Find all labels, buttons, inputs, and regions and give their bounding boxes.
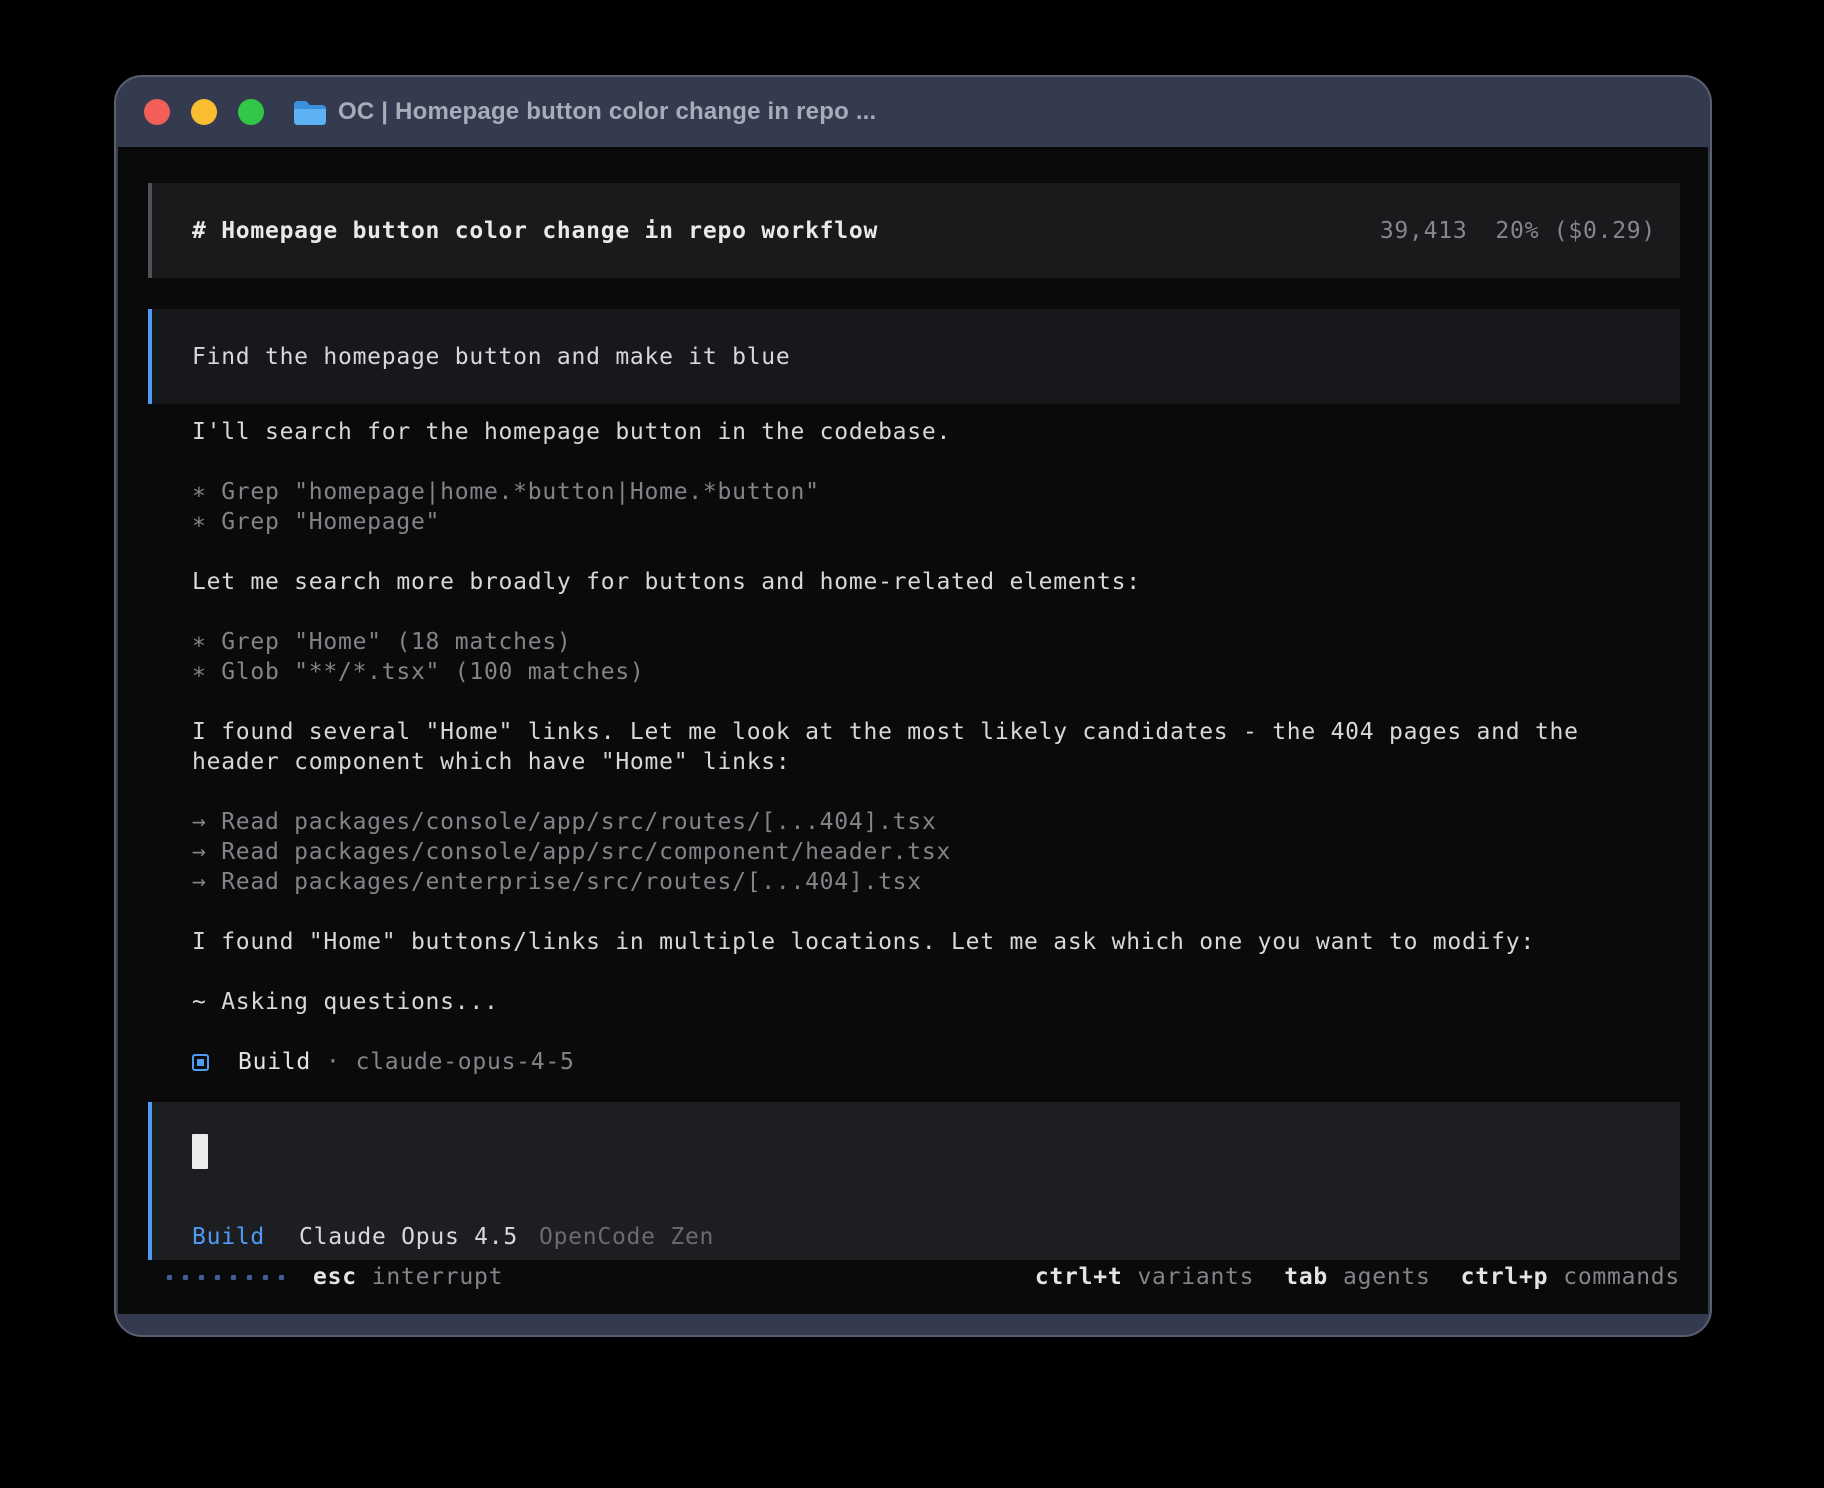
text-cursor bbox=[192, 1134, 208, 1169]
window-controls bbox=[144, 99, 264, 125]
transcript-line: → Read packages/console/app/src/routes/[… bbox=[192, 807, 1579, 837]
transcript-line: I found "Home" buttons/links in multiple… bbox=[192, 927, 1579, 957]
transcript-line: ∗ Grep "Home" (18 matches) bbox=[192, 627, 1579, 657]
status-bar: escinterrupt ctrl+tvariantstabagentsctrl… bbox=[148, 1260, 1680, 1294]
spinner-dot bbox=[183, 1275, 188, 1280]
input-status-row: Build Claude Opus 4.5 OpenCode Zen bbox=[192, 1222, 1656, 1252]
transcript-line: → Read packages/enterprise/src/routes/[.… bbox=[192, 867, 1579, 897]
input-provider-label: OpenCode Zen bbox=[539, 1222, 714, 1252]
prompt-input[interactable]: Build Claude Opus 4.5 OpenCode Zen bbox=[148, 1102, 1680, 1260]
user-message-text: Find the homepage button and make it blu… bbox=[192, 342, 790, 372]
spinner-dot bbox=[231, 1275, 236, 1280]
user-message: Find the homepage button and make it blu… bbox=[148, 309, 1680, 404]
transcript-line: I found several "Home" links. Let me loo… bbox=[192, 717, 1579, 747]
context-usage: 20% ($0.29) bbox=[1495, 216, 1656, 246]
agent-build-icon bbox=[192, 1054, 209, 1071]
session-header: # Homepage button color change in repo w… bbox=[148, 183, 1680, 278]
transcript-line bbox=[192, 777, 1579, 807]
spinner-dot bbox=[215, 1275, 220, 1280]
session-stats: 39,413 20% ($0.29) bbox=[1380, 216, 1656, 246]
spinner-dot bbox=[199, 1275, 204, 1280]
input-agent-label: Build bbox=[192, 1222, 265, 1252]
transcript-line bbox=[192, 597, 1579, 627]
window-title: OC | Homepage button color change in rep… bbox=[338, 98, 876, 126]
model-name: claude-opus-4-5 bbox=[356, 1047, 575, 1077]
keyboard-hint: ctrl+pcommands bbox=[1461, 1262, 1680, 1292]
titlebar[interactable]: OC | Homepage button color change in rep… bbox=[116, 77, 1710, 147]
folder-icon bbox=[292, 98, 326, 126]
transcript-line: I'll search for the homepage button in t… bbox=[192, 417, 1579, 447]
zoom-button[interactable] bbox=[238, 99, 264, 125]
spinner-dot bbox=[167, 1275, 172, 1280]
spinner-dot bbox=[263, 1275, 268, 1280]
transcript-line bbox=[192, 897, 1579, 927]
agent-status-line: Build · claude-opus-4-5 bbox=[192, 1047, 575, 1077]
status-separator: · bbox=[326, 1047, 341, 1077]
transcript-line bbox=[192, 687, 1579, 717]
minimize-button[interactable] bbox=[191, 99, 217, 125]
status-bar-left: escinterrupt bbox=[148, 1262, 503, 1292]
terminal-view: # Homepage button color change in repo w… bbox=[118, 147, 1708, 1314]
transcript-line: ∗ Grep "homepage|home.*button|Home.*butt… bbox=[192, 477, 1579, 507]
transcript: I'll search for the homepage button in t… bbox=[192, 417, 1579, 1017]
token-count: 39,413 bbox=[1380, 216, 1468, 246]
close-button[interactable] bbox=[144, 99, 170, 125]
transcript-line: Let me search more broadly for buttons a… bbox=[192, 567, 1579, 597]
status-bar-right: ctrl+tvariants tabagents ctrl+pcommands bbox=[1035, 1262, 1680, 1292]
transcript-line: ∗ Grep "Homepage" bbox=[192, 507, 1579, 537]
keyboard-hint: escinterrupt bbox=[313, 1262, 503, 1292]
input-model-label: Claude Opus 4.5 bbox=[299, 1222, 518, 1252]
keyboard-hint: ctrl+tvariants bbox=[1035, 1262, 1254, 1292]
transcript-line: ~ Asking questions... bbox=[192, 987, 1579, 1017]
transcript-line: → Read packages/console/app/src/componen… bbox=[192, 837, 1579, 867]
transcript-line bbox=[192, 957, 1579, 987]
app-window: OC | Homepage button color change in rep… bbox=[114, 75, 1712, 1337]
transcript-line: header component which have "Home" links… bbox=[192, 747, 1579, 777]
spinner-dots bbox=[167, 1275, 284, 1280]
session-title: # Homepage button color change in repo w… bbox=[192, 216, 878, 246]
transcript-line: ∗ Glob "**/*.tsx" (100 matches) bbox=[192, 657, 1579, 687]
agent-name: Build bbox=[238, 1047, 311, 1077]
spinner-dot bbox=[247, 1275, 252, 1280]
transcript-line bbox=[192, 537, 1579, 567]
keyboard-hint: tabagents bbox=[1284, 1262, 1430, 1292]
transcript-line bbox=[192, 447, 1579, 477]
